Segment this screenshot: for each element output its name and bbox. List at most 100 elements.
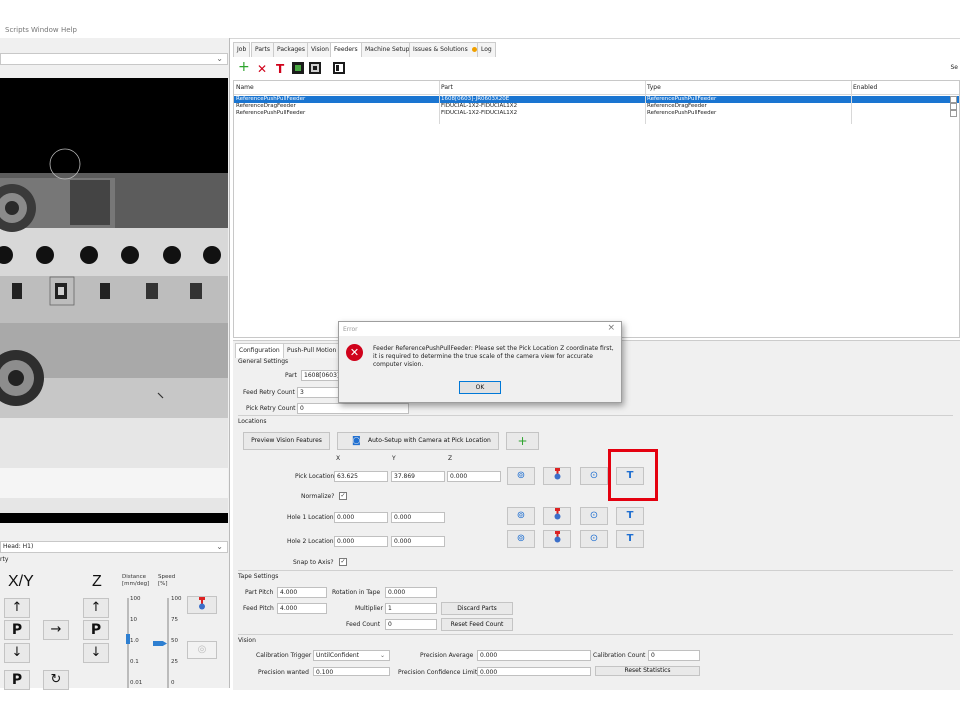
capture-camera-hole2-button[interactable]: ⊚: [507, 530, 535, 548]
move-nozzle-hole2-button[interactable]: T: [616, 530, 644, 548]
nozzle-jog-button[interactable]: [187, 596, 217, 614]
discard-parts-button[interactable]: Discard Parts: [441, 602, 513, 615]
tab-log[interactable]: Log: [477, 42, 496, 57]
speed-50: 50: [171, 638, 178, 644]
camera-select[interactable]: ⌄: [0, 53, 228, 65]
add-feeder-icon[interactable]: +: [238, 60, 250, 74]
hole1-x-field[interactable]: 0.000: [334, 512, 388, 523]
menu-scripts[interactable]: Scripts: [5, 26, 29, 34]
jog-z-minus-button[interactable]: ↓: [83, 643, 109, 663]
nozzle-icon: [554, 468, 560, 480]
camera-target-icon: ⊚: [516, 470, 526, 481]
pick-z-field[interactable]: 0.000: [447, 471, 501, 482]
camera-position-icon[interactable]: [292, 62, 304, 77]
capture-camera-pick-button[interactable]: ⊚: [507, 467, 535, 485]
calibration-count-field[interactable]: 0: [648, 650, 700, 661]
distance-0-01: 0.01: [130, 680, 143, 686]
rotate-c-button[interactable]: ↻: [43, 670, 69, 690]
delete-feeder-icon[interactable]: ✕: [257, 62, 267, 76]
calibration-trigger-select[interactable]: UntilConfident ⌄: [313, 650, 390, 661]
reset-statistics-button[interactable]: Reset Statistics: [595, 666, 700, 676]
bottom-margin: [0, 690, 960, 720]
jog-x-plus-button[interactable]: →: [43, 620, 69, 640]
part-select[interactable]: 1608[0603]-: [301, 370, 341, 381]
col-type[interactable]: Type: [647, 84, 661, 91]
precision-wanted-field[interactable]: 0.100: [313, 667, 390, 676]
tab-parts[interactable]: Parts: [251, 42, 274, 57]
pick-x-field[interactable]: 63.625: [334, 471, 388, 482]
jog-y-minus-button[interactable]: ↓: [4, 643, 30, 663]
tab-machine-setup[interactable]: Machine Setup: [361, 42, 414, 57]
col-name[interactable]: Name: [236, 84, 254, 91]
precision-average-field[interactable]: 0.000: [477, 650, 591, 661]
column-divider: [439, 81, 440, 124]
tab-issues-solutions[interactable]: Issues & Solutions: [409, 42, 481, 57]
reset-feed-count-button[interactable]: Reset Feed Count: [441, 618, 513, 631]
part-label: Part: [285, 372, 297, 379]
col-y-label: Y: [392, 455, 396, 462]
col-part[interactable]: Part: [441, 84, 453, 91]
head-select[interactable]: Head: H1) ⌄: [0, 541, 228, 553]
feed-icon[interactable]: [333, 62, 345, 77]
error-dialog: Error × ✕ Feeder ReferencePushPullFeeder…: [338, 321, 622, 403]
precision-wanted-label: Precision wanted: [258, 669, 309, 676]
hole2-y-field[interactable]: 0.000: [391, 536, 445, 547]
divider: [238, 634, 953, 635]
distance-100: 100: [130, 596, 141, 602]
menu-window[interactable]: Window: [31, 26, 59, 34]
pick-retry-field[interactable]: 0: [297, 403, 409, 414]
park-xy-button[interactable]: P: [4, 620, 30, 640]
move-camera-pick-button[interactable]: ⊙: [580, 467, 608, 485]
feed-count-field[interactable]: 0: [385, 619, 437, 630]
hole1-label: Hole 1 Location: [287, 514, 334, 521]
move-camera-hole1-button[interactable]: ⊙: [580, 507, 608, 525]
disabled-camera-button[interactable]: ◎: [187, 641, 217, 659]
add-location-button[interactable]: +: [506, 432, 539, 450]
move-camera-hole2-button[interactable]: ⊙: [580, 530, 608, 548]
target-icon: ◎: [197, 644, 207, 655]
preview-vision-button[interactable]: Preview Vision Features: [243, 432, 330, 450]
pick-icon[interactable]: T: [276, 62, 284, 76]
speed-slider-track[interactable]: [167, 598, 169, 688]
menu-help[interactable]: Help: [61, 26, 77, 34]
park-c-button[interactable]: P: [4, 670, 30, 690]
normalize-checkbox[interactable]: ✓: [339, 492, 347, 500]
tab-packages[interactable]: Packages: [273, 42, 309, 57]
rotation-field[interactable]: 0.000: [385, 587, 437, 598]
auto-setup-label: Auto-Setup with Camera at Pick Location: [368, 437, 491, 444]
park-z-button[interactable]: P: [83, 620, 109, 640]
capture-nozzle-hole2-button[interactable]: [543, 530, 571, 548]
divider: [238, 415, 953, 416]
part-pitch-field[interactable]: 4.000: [277, 587, 327, 598]
tab-configuration[interactable]: Configuration: [235, 343, 284, 358]
feeders-toolbar: + ✕ T Se: [233, 58, 960, 80]
hole2-x-field[interactable]: 0.000: [334, 536, 388, 547]
enabled-checkbox[interactable]: [950, 103, 957, 110]
tab-push-pull-motion[interactable]: Push-Pull Motion: [283, 343, 341, 358]
multiplier-label: Multiplier: [355, 605, 383, 612]
hole1-y-field[interactable]: 0.000: [391, 512, 445, 523]
feed-pitch-field[interactable]: 4.000: [277, 603, 327, 614]
snap-axis-checkbox[interactable]: ✓: [339, 558, 347, 566]
jog-z-plus-button[interactable]: ↑: [83, 598, 109, 618]
col-enabled[interactable]: Enabled: [853, 84, 877, 91]
enabled-checkbox[interactable]: [950, 96, 957, 103]
tab-job[interactable]: Job: [233, 42, 251, 57]
precision-confidence-field[interactable]: 0.000: [477, 667, 591, 676]
pick-y-field[interactable]: 37.869: [391, 471, 445, 482]
enabled-checkbox[interactable]: [950, 110, 957, 117]
capture-nozzle-hole1-button[interactable]: [543, 507, 571, 525]
capture-nozzle-pick-button[interactable]: [543, 467, 571, 485]
dialog-message: Feeder ReferencePushPullFeeder: Please s…: [373, 345, 614, 368]
multiplier-field[interactable]: 1: [385, 603, 437, 614]
nozzle-position-icon[interactable]: [309, 62, 321, 77]
auto-setup-button[interactable]: ◙ Auto-Setup with Camera at Pick Locatio…: [337, 432, 499, 450]
ok-button[interactable]: OK: [459, 381, 501, 394]
close-icon[interactable]: ×: [607, 323, 615, 333]
jog-y-plus-button[interactable]: ↑: [4, 598, 30, 618]
camera-view[interactable]: [0, 78, 228, 523]
distance-slider-thumb[interactable]: [126, 634, 130, 644]
tab-feeders[interactable]: Feeders: [330, 42, 362, 57]
capture-camera-hole1-button[interactable]: ⊚: [507, 507, 535, 525]
move-nozzle-hole1-button[interactable]: T: [616, 507, 644, 525]
